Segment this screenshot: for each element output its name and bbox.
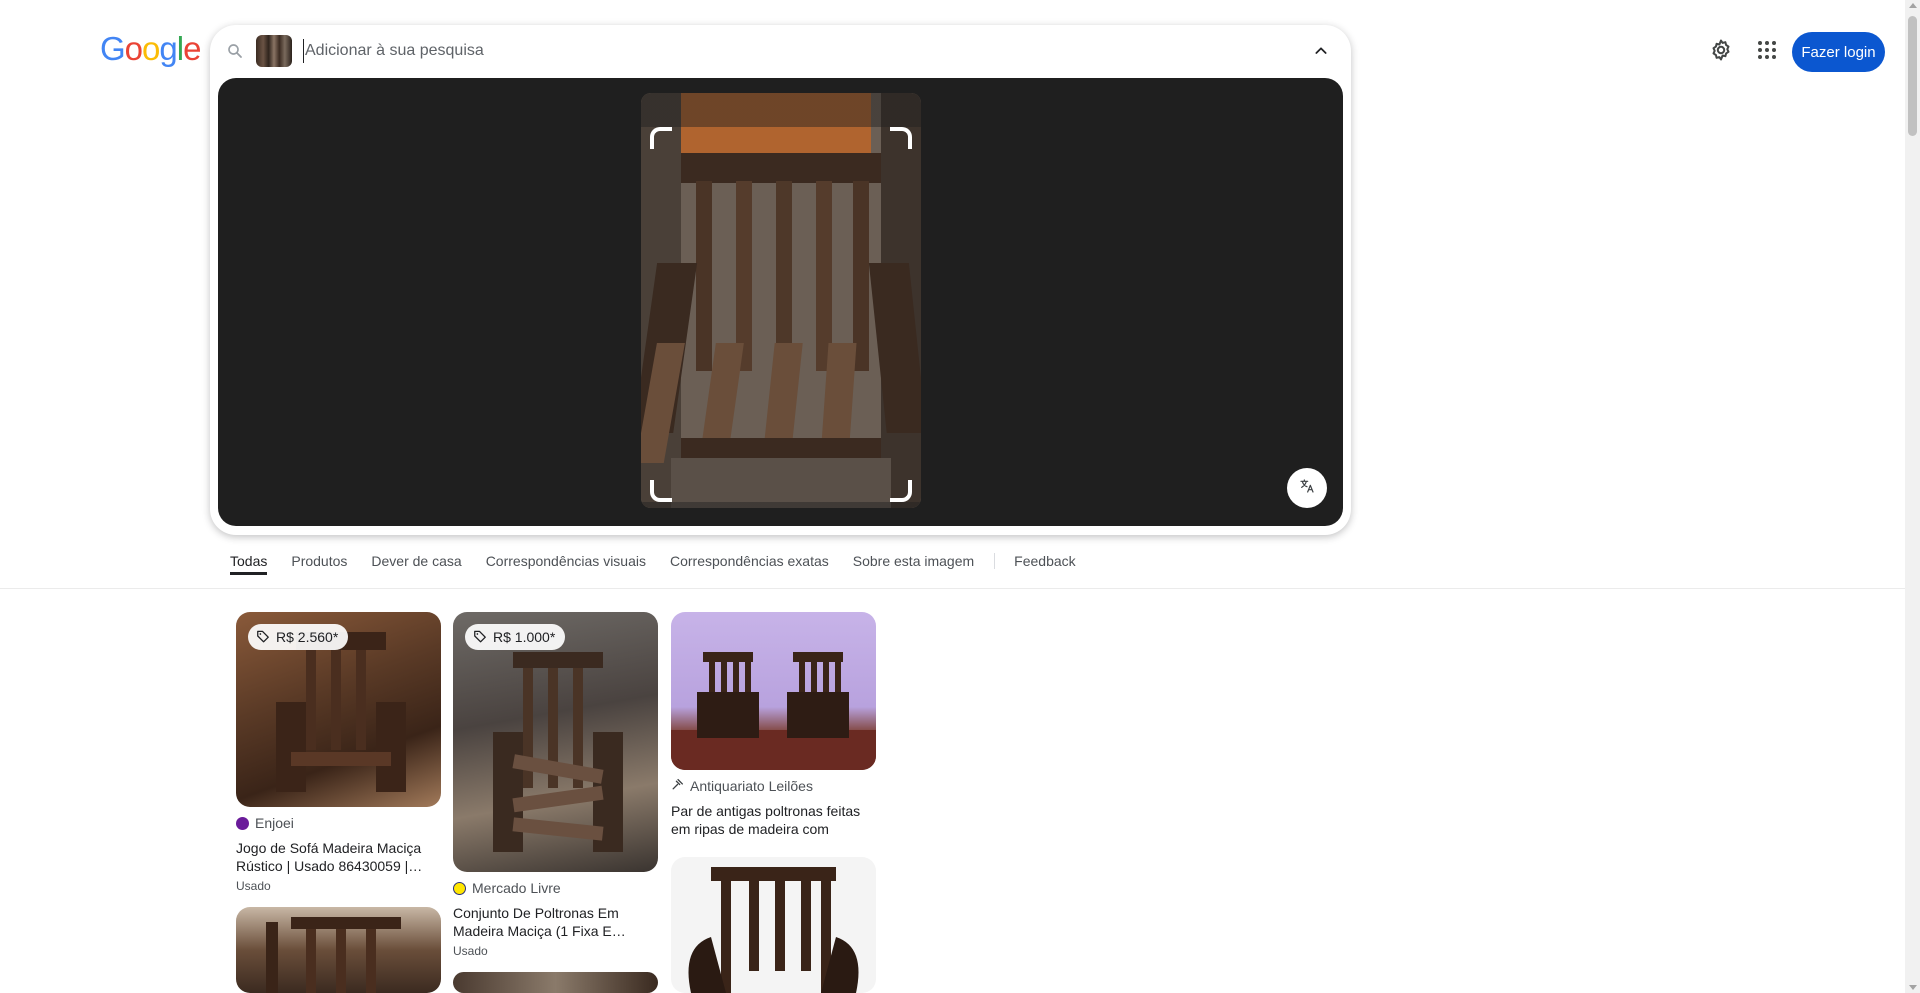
tab-todas[interactable]: Todas <box>230 553 268 575</box>
result-image[interactable]: R$ 1.000* <box>453 612 658 872</box>
price-chip: R$ 1.000* <box>465 624 566 650</box>
gavel-icon <box>671 778 684 794</box>
scroll-down-arrow-icon[interactable] <box>1908 985 1917 990</box>
settings-button[interactable] <box>1708 39 1734 65</box>
chair-thumbnail <box>493 652 623 852</box>
source-name: Antiquariato Leilões <box>690 778 813 794</box>
chair-thumbnail <box>266 917 401 993</box>
search-input[interactable] <box>303 39 1203 63</box>
result-source: Antiquariato Leilões <box>671 776 876 796</box>
image-viewer <box>218 78 1343 526</box>
search-bar <box>210 25 1351 77</box>
gear-icon <box>1709 38 1733 67</box>
result-title[interactable]: Par de antigas poltronas feitas em ripas… <box>671 802 876 838</box>
feedback-link[interactable]: Feedback <box>1014 553 1075 575</box>
logo-letter: e <box>183 30 201 67</box>
sign-in-button[interactable]: Fazer login <box>1792 32 1885 72</box>
result-title[interactable]: Conjunto De Poltronas Em Madeira Maciça … <box>453 904 658 940</box>
price-text: R$ 1.000* <box>493 629 556 645</box>
result-image[interactable]: R$ 2.560* <box>236 612 441 807</box>
google-apps-button[interactable] <box>1754 39 1780 65</box>
result-title[interactable]: Jogo de Sofá Madeira Maciça Rústico | Us… <box>236 839 441 875</box>
logo-letter: o <box>142 30 160 67</box>
logo-letter: G <box>100 30 126 67</box>
scrollbar-thumb[interactable] <box>1908 16 1917 136</box>
tab-correspondencias-visuais[interactable]: Correspondências visuais <box>486 553 646 575</box>
chevron-up-icon[interactable] <box>1309 39 1333 63</box>
result-card[interactable] <box>236 907 441 993</box>
scroll-up-arrow-icon[interactable] <box>1908 3 1917 8</box>
crop-handle-bottom-left[interactable] <box>650 480 672 502</box>
result-image[interactable] <box>453 972 658 993</box>
tag-icon <box>473 629 487 646</box>
tab-produtos[interactable]: Produtos <box>291 553 347 575</box>
translate-icon <box>1299 478 1315 499</box>
result-image[interactable] <box>671 857 876 993</box>
crop-handle-top-right[interactable] <box>890 127 912 149</box>
result-card[interactable]: R$ 2.560* Enjoei Jogo de Sofá Madeira Ma… <box>236 612 441 893</box>
google-logo[interactable]: Google <box>100 30 201 67</box>
tag-icon <box>256 629 270 646</box>
tabs-separator <box>994 553 996 569</box>
source-name: Enjoei <box>255 815 294 831</box>
tabs-divider <box>0 588 1905 589</box>
tab-dever-de-casa[interactable]: Dever de casa <box>371 553 461 575</box>
price-chip: R$ 2.560* <box>248 624 349 650</box>
query-image-thumbnail[interactable] <box>256 35 292 67</box>
result-source: Mercado Livre <box>453 878 658 898</box>
crop-handle-bottom-right[interactable] <box>890 480 912 502</box>
mercado-livre-favicon-icon <box>453 881 466 895</box>
result-image[interactable] <box>671 612 876 770</box>
search-icon <box>226 42 244 60</box>
enjoei-favicon-icon <box>236 816 249 830</box>
tab-sobre-esta-imagem[interactable]: Sobre esta imagem <box>853 553 974 575</box>
results-tabs: Todas Produtos Dever de casa Correspondê… <box>230 553 1100 575</box>
price-text: R$ 2.560* <box>276 629 339 645</box>
query-image[interactable] <box>641 93 921 508</box>
page-scrollbar[interactable] <box>1905 0 1920 993</box>
result-card[interactable] <box>453 972 658 993</box>
result-source: Enjoei <box>236 813 441 833</box>
translate-button[interactable] <box>1287 468 1327 508</box>
result-card[interactable]: Antiquariato Leilões Par de antigas polt… <box>671 612 876 838</box>
result-card[interactable] <box>671 857 876 993</box>
logo-letter: g <box>159 30 177 67</box>
tab-correspondencias-exatas[interactable]: Correspondências exatas <box>670 553 829 575</box>
apps-grid-icon <box>1757 40 1777 65</box>
crop-selection[interactable] <box>650 127 912 502</box>
chair-thumbnail <box>688 867 859 993</box>
result-card[interactable]: R$ 1.000* Mercado Livre Conjunto De Polt… <box>453 612 658 958</box>
logo-letter: o <box>124 30 143 67</box>
lens-search-panel <box>210 25 1351 535</box>
crop-handle-top-left[interactable] <box>650 127 672 149</box>
result-image[interactable] <box>236 907 441 993</box>
source-name: Mercado Livre <box>472 880 561 896</box>
chairs-thumbnail <box>671 652 876 770</box>
result-condition: Usado <box>453 944 488 958</box>
result-condition: Usado <box>236 879 271 893</box>
